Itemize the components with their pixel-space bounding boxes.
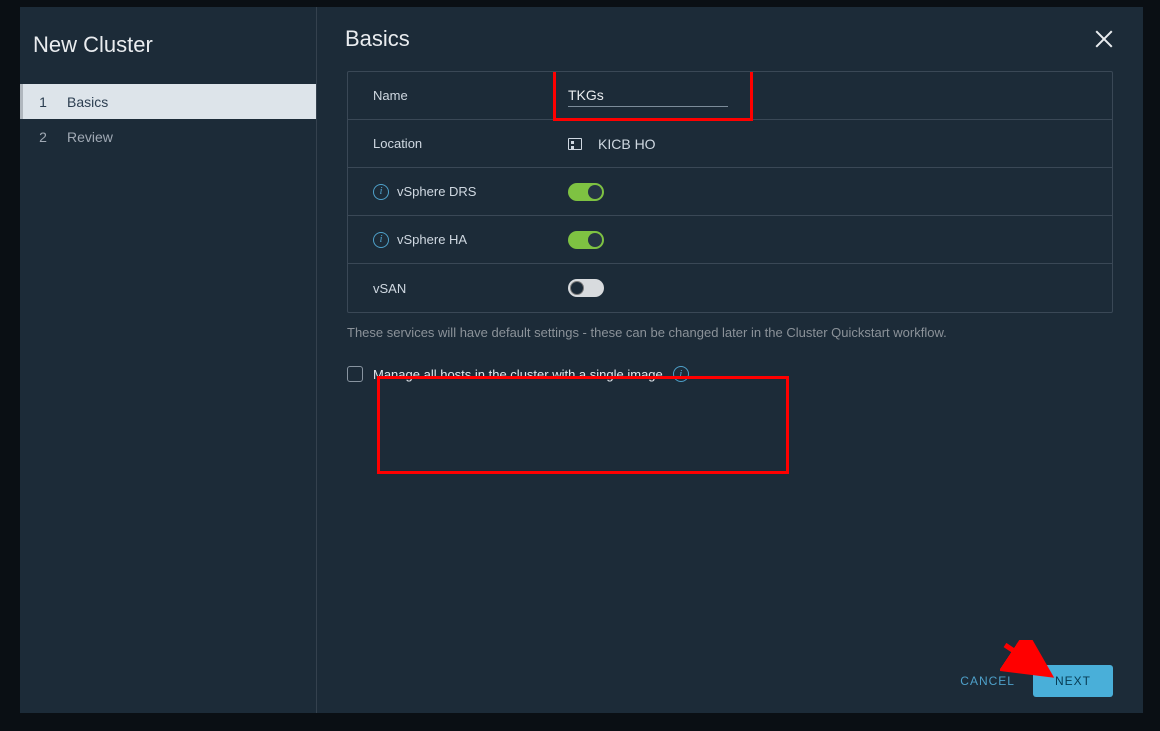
single-image-checkbox[interactable] bbox=[347, 366, 363, 382]
step-review[interactable]: 2 Review bbox=[20, 119, 316, 154]
info-icon[interactable]: i bbox=[673, 366, 689, 382]
wizard-footer: CANCEL NEXT bbox=[317, 648, 1143, 713]
close-icon[interactable] bbox=[1093, 28, 1115, 50]
main-header: Basics bbox=[317, 7, 1143, 71]
annotation-box-toggles bbox=[377, 376, 789, 474]
row-name: Name bbox=[348, 72, 1112, 120]
single-image-checkbox-row: Manage all hosts in the cluster with a s… bbox=[347, 366, 1113, 382]
step-label: Review bbox=[67, 129, 113, 145]
cancel-button[interactable]: CANCEL bbox=[960, 674, 1015, 688]
next-button[interactable]: NEXT bbox=[1033, 665, 1113, 697]
label-vsan: vSAN bbox=[373, 281, 406, 296]
row-vsphere-ha: i vSphere HA bbox=[348, 216, 1112, 264]
label-location: Location bbox=[373, 136, 422, 151]
toggle-vsan[interactable] bbox=[568, 279, 604, 297]
info-icon[interactable]: i bbox=[373, 184, 389, 200]
step-basics[interactable]: 1 Basics bbox=[20, 84, 316, 119]
wizard-steps: 1 Basics 2 Review bbox=[20, 84, 316, 154]
new-cluster-dialog: New Cluster 1 Basics 2 Review Basics Nam… bbox=[20, 7, 1143, 713]
wizard-sidebar: New Cluster 1 Basics 2 Review bbox=[20, 7, 317, 713]
label-name: Name bbox=[373, 88, 408, 103]
single-image-label: Manage all hosts in the cluster with a s… bbox=[373, 367, 663, 382]
location-value: KICB HO bbox=[598, 136, 656, 152]
wizard-title: New Cluster bbox=[20, 32, 316, 72]
step-number: 1 bbox=[33, 94, 53, 110]
datacenter-icon bbox=[568, 138, 582, 150]
toggle-vsphere-drs[interactable] bbox=[568, 183, 604, 201]
label-vsphere-ha: vSphere HA bbox=[397, 232, 467, 247]
settings-panel: Name Location KICB HO i bbox=[347, 71, 1113, 313]
row-vsan: vSAN bbox=[348, 264, 1112, 312]
cluster-name-input[interactable] bbox=[568, 84, 728, 107]
step-label: Basics bbox=[67, 94, 108, 110]
row-location: Location KICB HO bbox=[348, 120, 1112, 168]
toggle-vsphere-ha[interactable] bbox=[568, 231, 604, 249]
form-content: Name Location KICB HO i bbox=[317, 71, 1143, 648]
label-vsphere-drs: vSphere DRS bbox=[397, 184, 476, 199]
hint-text: These services will have default setting… bbox=[347, 325, 1113, 340]
step-number: 2 bbox=[33, 129, 53, 145]
info-icon[interactable]: i bbox=[373, 232, 389, 248]
wizard-main: Basics Name Location KICB HO bbox=[317, 7, 1143, 713]
row-vsphere-drs: i vSphere DRS bbox=[348, 168, 1112, 216]
page-title: Basics bbox=[345, 26, 410, 52]
